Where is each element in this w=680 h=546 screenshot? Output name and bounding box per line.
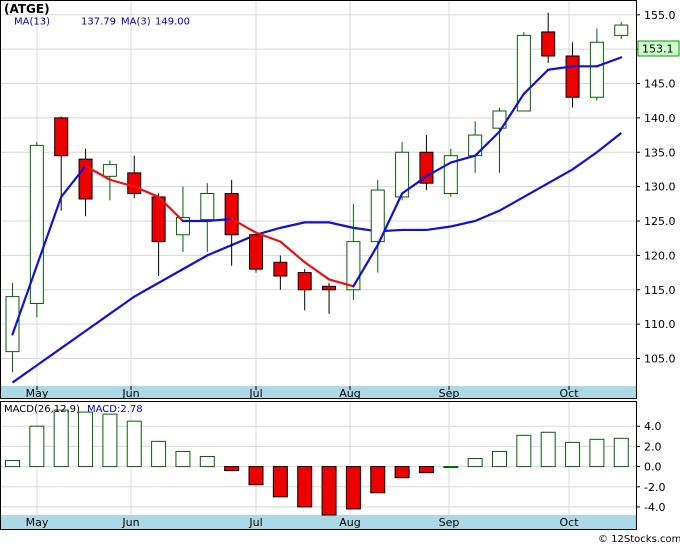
chart-title: (ATGE) [4, 2, 50, 16]
candle-body [346, 241, 361, 291]
price-y-tick-label: 140.0 [644, 112, 676, 125]
macd-bar [370, 466, 386, 494]
macd-y-tick-label: -2.0 [644, 481, 665, 494]
legend-ma3-label: MA(3) [121, 17, 151, 28]
watermark: © 12Stocks.com [598, 534, 680, 545]
candle-body [249, 234, 263, 270]
macd-bar [199, 455, 215, 468]
price-y-tick-label: 145.0 [644, 78, 676, 91]
candle [249, 231, 263, 273]
macd-y-tick-label: 2.0 [644, 440, 662, 453]
candle-body [102, 164, 117, 177]
price-x-tick-label: Jul [248, 387, 262, 400]
candle-body [127, 172, 142, 194]
candle-body [200, 193, 215, 221]
macd-bar [297, 466, 313, 508]
macd-bar [5, 460, 20, 468]
macd-bar [53, 409, 69, 468]
macd-bar [540, 431, 556, 468]
macd-bar [272, 466, 288, 498]
macd-y-axis: 4.0 2.0 0.0 -2.0 -4.0 [636, 420, 665, 514]
candle-body [565, 55, 580, 98]
candle [29, 141, 44, 318]
macd-bar [78, 411, 94, 468]
macd-bar [345, 466, 361, 510]
candle [443, 148, 458, 197]
price-y-tick-label: 115.0 [644, 284, 676, 297]
macd-legend-label: MACD(26,12,9) [4, 404, 80, 415]
price-x-axis-band [1, 386, 636, 398]
candle-body [589, 41, 604, 98]
candle-body [541, 31, 556, 57]
candle-body [224, 193, 239, 236]
macd-x-tick-label: May [26, 516, 49, 529]
price-y-axis: 155.0150.0145.0140.0135.0130.0125.0120.0… [636, 9, 676, 366]
price-y-tick-label: 105.0 [644, 353, 676, 366]
macd-bar [394, 466, 410, 479]
macd-y-tick-label: 4.0 [644, 420, 662, 433]
price-y-tick-label: 135.0 [644, 146, 676, 159]
macd-bar [492, 450, 507, 468]
macd-bar [613, 437, 629, 468]
macd-y-tick-label: 0.0 [644, 461, 662, 474]
macd-bar [102, 413, 118, 468]
macd-bar [565, 441, 581, 468]
macd-bar [224, 466, 240, 472]
macd-x-tick-label: Oct [559, 516, 579, 529]
macd-bar [151, 440, 167, 468]
candle-body [273, 261, 288, 277]
last-price-badge: 153.1 [637, 40, 680, 57]
macd-bar [443, 466, 459, 469]
macd-x-tick-label: Aug [339, 516, 360, 529]
price-x-tick-label: Aug [339, 387, 360, 400]
candle-body [322, 285, 337, 291]
macd-bar [248, 466, 264, 486]
macd-bar [321, 466, 337, 516]
legend-ma13-value: 137.79 [81, 17, 116, 28]
legend-ma3-value: 149.00 [155, 17, 190, 28]
macd-x-tick-label: Jun [121, 516, 139, 529]
price-x-tick-label: Sep [439, 387, 460, 400]
macd-x-tick-label: Jul [248, 516, 262, 529]
candle-body [297, 272, 312, 291]
macd-x-tick-label: Sep [439, 516, 460, 529]
price-x-tick-label: Oct [559, 387, 579, 400]
macd-bar [126, 420, 142, 468]
legend-ma13-label: MA(13) [14, 17, 50, 28]
macd-bar [589, 438, 605, 468]
stock-chart: 155.0150.0145.0140.0135.0130.0125.0120.0… [0, 0, 680, 545]
price-x-tick-label: May [26, 387, 49, 400]
price-panel [0, 0, 637, 399]
candle-body [54, 117, 69, 157]
last-price-label: 153.1 [642, 43, 674, 56]
macd-bar [516, 434, 532, 468]
macd-bar [418, 466, 434, 474]
price-y-tick-label: 125.0 [644, 215, 676, 228]
price-y-tick-label: 130.0 [644, 181, 676, 194]
price-y-tick-label: 110.0 [644, 318, 676, 331]
macd-bar [29, 425, 45, 468]
price-y-tick-label: 120.0 [644, 249, 676, 262]
price-x-tick-label: Jun [121, 387, 139, 400]
price-y-tick-label: 155.0 [644, 9, 676, 22]
macd-bar [467, 458, 483, 468]
candle-body [614, 24, 629, 36]
candle-body [151, 196, 166, 243]
macd-legend-value: MACD:2.78 [87, 404, 143, 415]
macd-y-tick-label: -4.0 [644, 501, 665, 514]
macd-bar [175, 450, 191, 468]
macd-x-axis-band [1, 515, 636, 529]
